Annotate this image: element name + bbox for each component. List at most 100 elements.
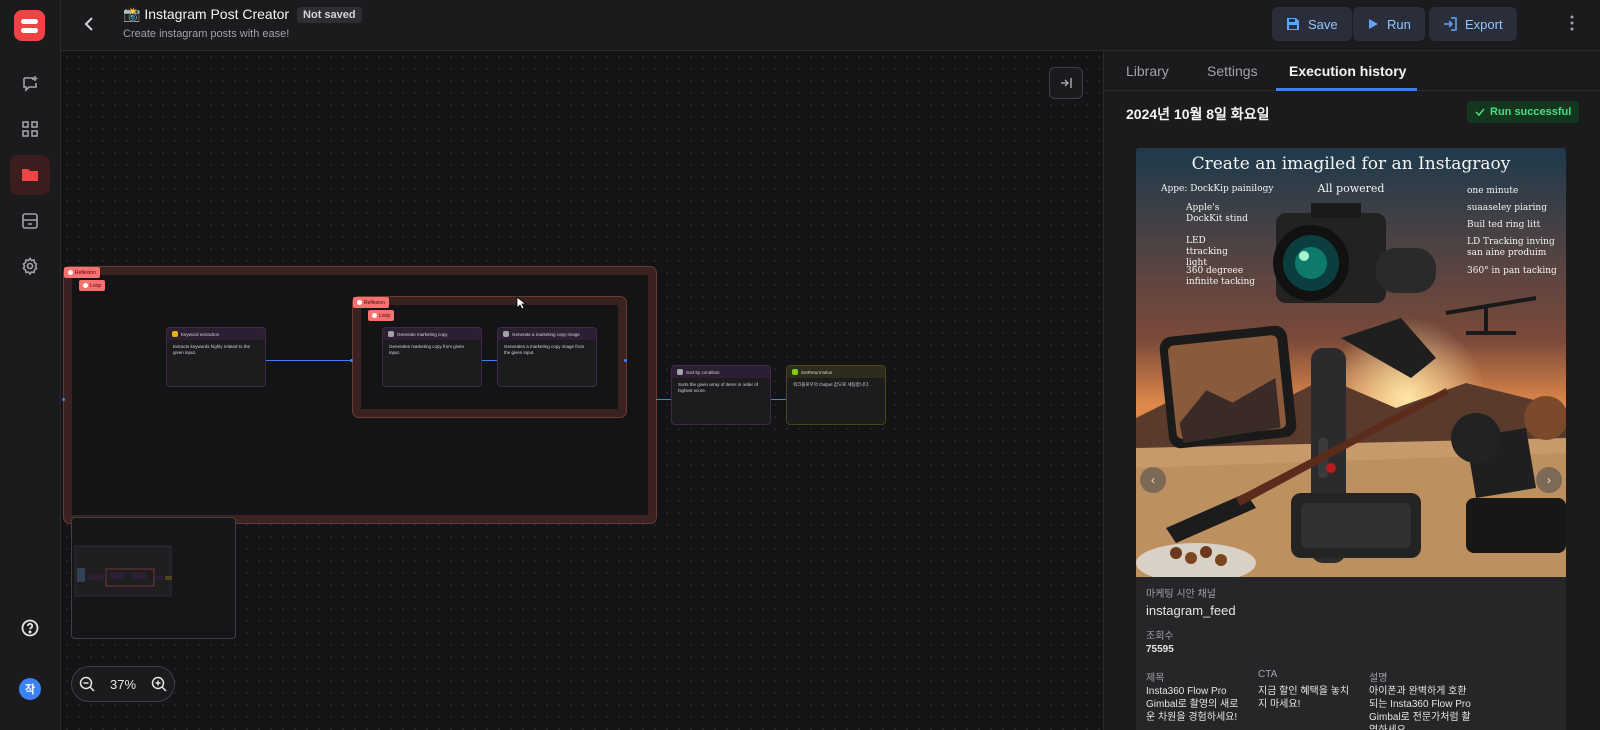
- image-title-text: Create an imagiled for an Instagraoy: [1191, 154, 1511, 174]
- user-avatar[interactable]: 작: [19, 678, 41, 700]
- run-button[interactable]: Run: [1353, 7, 1425, 41]
- node-icon: [172, 331, 178, 337]
- save-button[interactable]: Save: [1272, 7, 1352, 41]
- save-icon: [1287, 18, 1299, 30]
- node-title: Generate a marketing copy image: [512, 331, 580, 337]
- port[interactable]: [62, 398, 65, 401]
- post-title-value: Insta360 Flow Pro Gimbal로 촬영의 새로운 차원을 경험…: [1146, 686, 1239, 723]
- image-feature-text: LED ttracking light: [1186, 236, 1228, 268]
- settings-gear-icon[interactable]: [10, 246, 50, 286]
- outer-loop-label: Loop: [90, 282, 102, 289]
- chat-add-icon[interactable]: [10, 64, 50, 104]
- minimap-graphic: [74, 545, 172, 597]
- mouse-cursor-icon: [516, 296, 526, 310]
- node-generate-marketing-copy[interactable]: Generate marketing copy Generates market…: [382, 327, 482, 387]
- more-options-icon[interactable]: [1570, 15, 1574, 36]
- right-panel: Library Settings Execution history 2024년…: [1103, 51, 1600, 730]
- folder-icon[interactable]: [10, 155, 50, 195]
- node-title: Keyword extraction: [181, 331, 220, 337]
- header: 📸 Instagram Post Creator Not saved Creat…: [61, 0, 1600, 51]
- play-icon: [1369, 19, 1378, 29]
- zoom-control: 37%: [71, 666, 175, 702]
- sidebar: 작: [0, 0, 61, 730]
- post-title-label: 제목: [1146, 673, 1165, 684]
- node-generate-marketing-image[interactable]: Generate a marketing copy image Generate…: [497, 327, 597, 387]
- export-button[interactable]: Export: [1429, 7, 1517, 41]
- inner-reflexion-label: Reflexion: [364, 299, 385, 306]
- active-tab-indicator: [1276, 88, 1417, 91]
- node-icon: [388, 331, 394, 337]
- next-image-arrow-icon[interactable]: ›: [1536, 467, 1562, 493]
- previous-image-arrow-icon[interactable]: ‹: [1140, 467, 1166, 493]
- inner-loop-tag: Loop: [368, 310, 395, 321]
- minimap[interactable]: [71, 517, 236, 639]
- save-status-badge: Not saved: [297, 6, 362, 23]
- tab-execution-history[interactable]: Execution history: [1289, 63, 1406, 79]
- check-icon: [1475, 108, 1485, 117]
- image-feature-text: Appe: DockKip painilogy: [1161, 184, 1274, 194]
- image-feature-text: 360 degreee infinite tacking: [1186, 266, 1256, 287]
- description-value: 아이폰과 완벽하게 호환되는 Insta360 Flow Pro Gimbal로…: [1369, 686, 1471, 730]
- collapse-panel-icon[interactable]: [1049, 67, 1083, 99]
- export-label: Export: [1465, 16, 1503, 32]
- node-description: Generates a marketing copy image from th…: [504, 344, 585, 355]
- image-feature-text: Buil ted ring litt: [1467, 220, 1541, 230]
- node-icon: [677, 369, 683, 375]
- image-feature-text: one minute: [1467, 186, 1519, 196]
- node-description: Sorts the given array of items in order …: [678, 382, 759, 393]
- node-sort-by-condition[interactable]: Sort by condition Sorts the given array …: [671, 365, 771, 425]
- tab-library[interactable]: Library: [1126, 63, 1169, 79]
- image-feature-text: LD Tracking inving san aine produim: [1467, 237, 1555, 258]
- edge: [656, 399, 671, 400]
- cta-value: 지금 할인 혜택을 놓치지 마세요!: [1258, 686, 1350, 710]
- tab-settings[interactable]: Settings: [1207, 63, 1258, 79]
- node-title: SetReturnValue: [801, 369, 833, 375]
- node-description: Generates marketing copy from given inpu…: [389, 344, 465, 355]
- node-icon: [503, 331, 509, 337]
- app-logo[interactable]: [14, 10, 45, 41]
- description-label: 설명: [1369, 673, 1388, 684]
- node-description: Extracts keywords highly related to the …: [173, 344, 251, 355]
- node-icon: [792, 369, 798, 375]
- cta-label: CTA: [1258, 669, 1278, 680]
- outer-reflexion-tag: Reflexion: [64, 267, 100, 278]
- zoom-in-icon[interactable]: [151, 676, 167, 692]
- channel-value: instagram_feed: [1146, 603, 1236, 618]
- run-label: Run: [1387, 16, 1411, 32]
- zoom-out-icon[interactable]: [79, 676, 95, 692]
- inner-loop-label: Loop: [379, 312, 391, 319]
- save-label: Save: [1308, 16, 1338, 32]
- image-feature-text: Apple's DockKit stind: [1186, 203, 1248, 224]
- image-feature-text: 360° in pan tacking: [1467, 266, 1557, 276]
- workflow-canvas[interactable]: Reflexion Loop Reflexion Loop Keyword ex…: [61, 51, 1103, 730]
- port[interactable]: [350, 359, 353, 362]
- node-keyword-extraction[interactable]: Keyword extraction Extracts keywords hig…: [166, 327, 266, 387]
- generated-post-image[interactable]: Create an imagiled for an Instagraoy All…: [1136, 148, 1566, 583]
- inner-reflexion-tag: Reflexion: [353, 297, 389, 308]
- node-title: Generate marketing copy: [397, 331, 448, 337]
- edge: [482, 360, 497, 361]
- workflow-title[interactable]: 📸 Instagram Post Creator: [123, 6, 289, 23]
- store-icon[interactable]: [10, 201, 50, 241]
- apps-grid-icon[interactable]: [10, 109, 50, 149]
- port[interactable]: [624, 359, 627, 362]
- run-status-badge: Run successful: [1467, 101, 1580, 123]
- workflow-subtitle: Create instagram posts with ease!: [123, 28, 290, 40]
- run-status-label: Run successful: [1490, 106, 1572, 118]
- result-card: Create an imagiled for an Instagraoy All…: [1136, 148, 1566, 730]
- back-chevron-icon[interactable]: [77, 12, 101, 36]
- edge: [771, 399, 786, 400]
- execution-date: 2024년 10월 8일 화요일: [1126, 106, 1270, 122]
- node-set-return-value[interactable]: SetReturnValue 워크플로우의 Output 값으로 세팅합니다.: [786, 365, 886, 425]
- panel-tabs: Library Settings Execution history: [1104, 51, 1600, 91]
- views-label: 조회수: [1146, 631, 1174, 642]
- outer-loop-tag: Loop: [79, 280, 106, 291]
- outer-reflexion-label: Reflexion: [75, 269, 96, 276]
- image-feature-text: suaaseley piaring: [1467, 203, 1547, 213]
- node-title: Sort by condition: [686, 369, 720, 375]
- help-icon[interactable]: [10, 608, 50, 648]
- zoom-level: 37%: [109, 676, 137, 692]
- views-value: 75595: [1146, 644, 1174, 655]
- edge: [265, 360, 352, 361]
- export-icon: [1444, 17, 1457, 31]
